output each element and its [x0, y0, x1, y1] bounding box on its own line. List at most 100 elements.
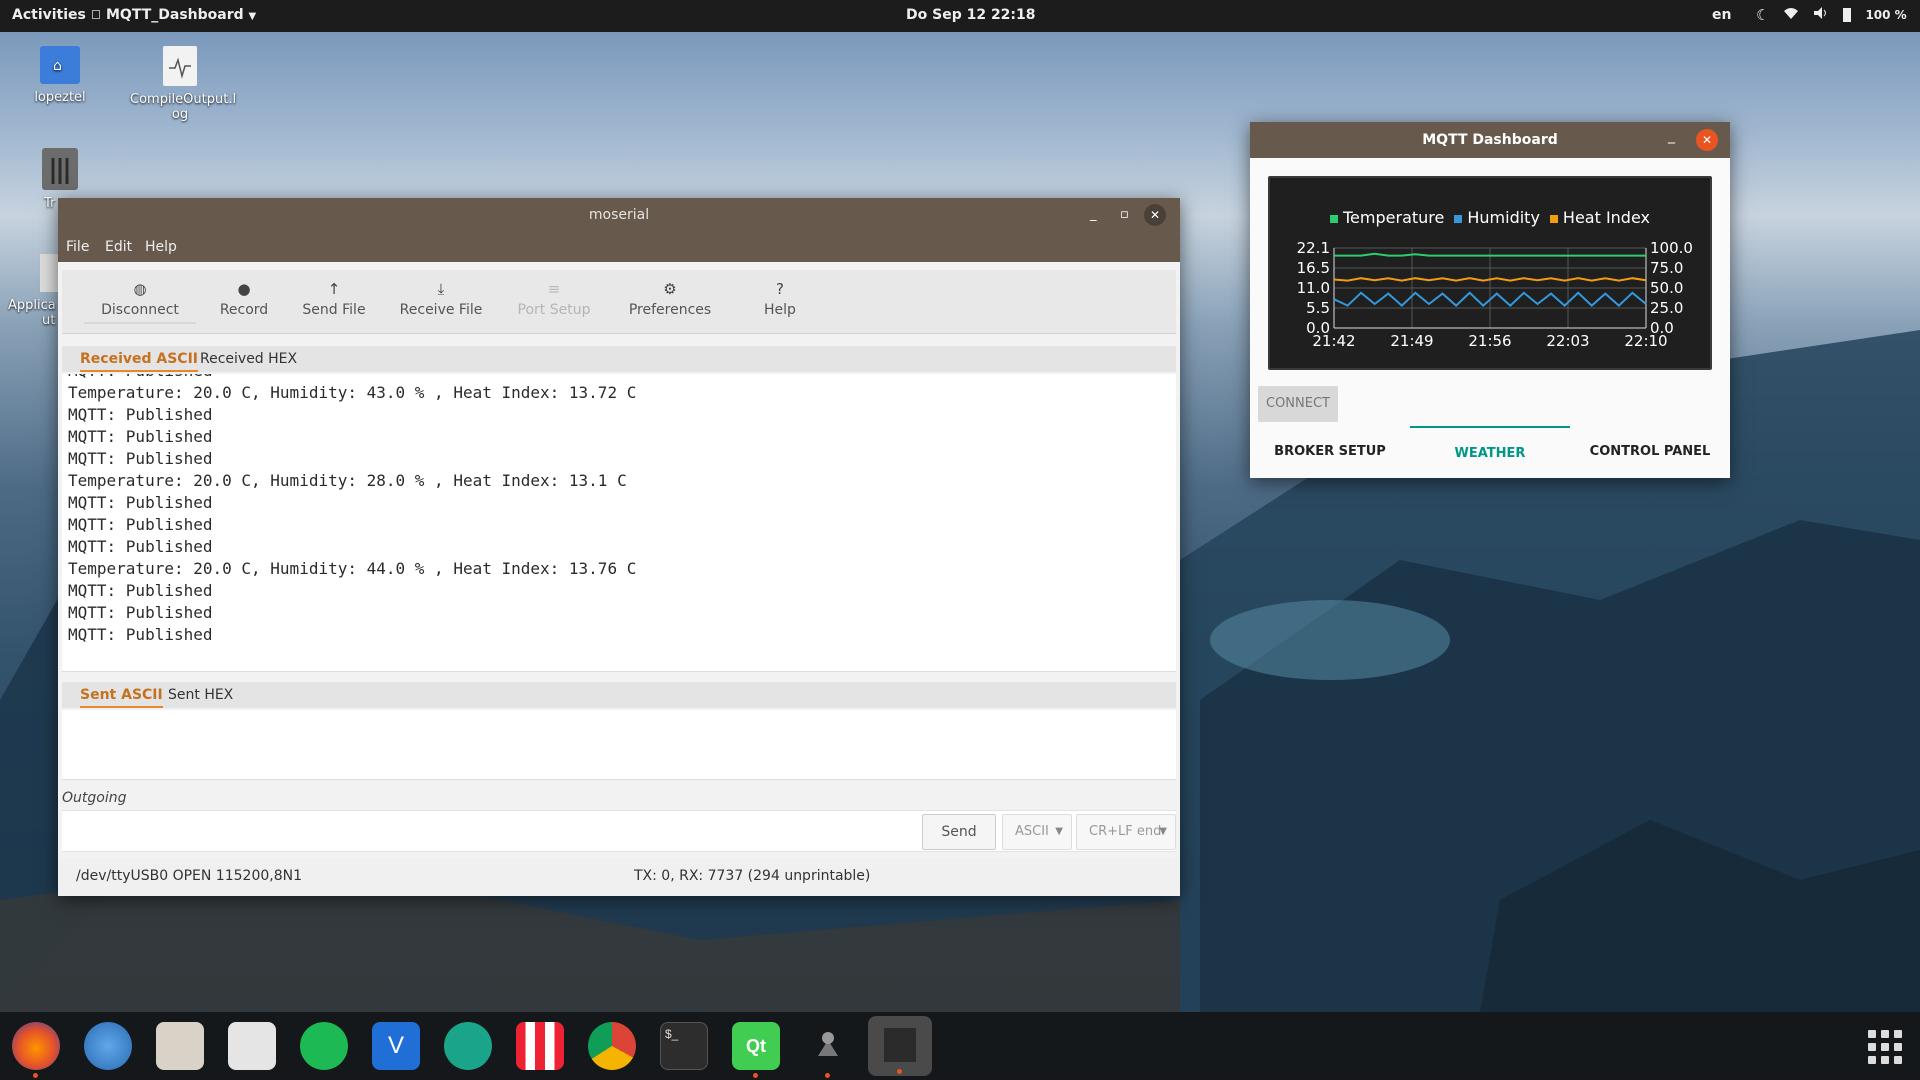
chevron-down-icon: ▼	[248, 11, 257, 22]
line-end-select[interactable]: CR+LF end ▼	[1076, 814, 1176, 850]
chart-plot: 22.116.511.05.50.0100.075.050.025.00.021…	[1297, 239, 1693, 350]
received-line: MQTT: Published	[62, 374, 1176, 382]
tab-weather[interactable]: WEATHER	[1410, 426, 1570, 478]
list-icon: ≡	[547, 280, 561, 298]
qt-creator-icon[interactable]: Qt	[732, 1022, 780, 1078]
outgoing-row: Send ASCII ▼ CR+LF end ▼	[62, 810, 1176, 852]
system-tray[interactable]: ☾ 100 %	[1756, 6, 1907, 24]
sent-text-area[interactable]	[62, 710, 1176, 780]
upload-arrow-icon: ↑	[327, 280, 341, 298]
maximize-icon[interactable]: ▫	[1120, 207, 1129, 222]
x-tick-label: 21:42	[1312, 332, 1355, 350]
title-bar[interactable]: moserial _ ▫ ✕	[58, 198, 1180, 232]
help-button[interactable]: ? Help	[740, 280, 820, 318]
desktop-icon-label: lopeztel	[34, 90, 86, 105]
desktop-icon-applications[interactable]: Applica ut	[0, 254, 60, 328]
x-tick-label: 21:49	[1390, 332, 1433, 350]
desktop-icon-label: ut	[42, 313, 56, 328]
battery-icon	[1843, 8, 1852, 22]
home-folder-icon: ⌂	[40, 46, 80, 84]
desktop-icon-label: CompileOutput.l	[130, 92, 237, 107]
received-line: MQTT: Published	[68, 625, 213, 644]
firefox-icon[interactable]	[12, 1022, 60, 1078]
gear-icon: ⚙	[663, 280, 677, 298]
sent-tabs: Sent ASCII Sent HEX	[62, 682, 1176, 708]
tx-rx-counts: TX: 0, RX: 7737 (294 unprintable)	[634, 868, 871, 884]
software-store-icon[interactable]	[228, 1022, 276, 1070]
battery-percentage: 100 %	[1865, 8, 1907, 22]
menu-edit[interactable]: Edit	[105, 239, 132, 255]
received-line: MQTT: Published	[68, 405, 213, 424]
chevron-down-icon: ▼	[1055, 826, 1063, 837]
toolbar: ◍ Disconnect ● Record ↑ Send File ⤓ Rece…	[62, 270, 1176, 334]
window-title: MQTT Dashboard	[1422, 132, 1558, 148]
tab-received-ascii[interactable]: Received ASCII	[80, 351, 198, 372]
received-line: MQTT: Published	[68, 449, 213, 468]
keyboard-layout-indicator[interactable]: en	[1712, 7, 1731, 23]
thunderbird-icon[interactable]	[84, 1022, 132, 1070]
preferences-label: Preferences	[628, 302, 712, 318]
outgoing-input[interactable]	[62, 811, 912, 851]
weather-chart: Temperature Humidity Heat Index 22.1 16.5…	[1268, 176, 1712, 370]
record-button[interactable]: ● Record	[204, 280, 284, 318]
vscode-icon[interactable]: V	[372, 1022, 420, 1070]
outgoing-label: Outgoing	[62, 790, 127, 806]
desktop-icon-label: Applica	[8, 298, 56, 313]
y-tick-label-right: 25.0	[1650, 299, 1683, 317]
encoding-value: ASCII	[1015, 824, 1049, 839]
receive-file-button[interactable]: ⤓ Receive File	[384, 280, 498, 318]
disconnect-button[interactable]: ◍ Disconnect	[84, 280, 196, 324]
connect-button[interactable]: CONNECT	[1258, 386, 1338, 422]
show-applications-icon[interactable]	[1868, 1030, 1902, 1064]
tab-control-panel[interactable]: CONTROL PANEL	[1570, 426, 1730, 478]
close-icon[interactable]: ✕	[1696, 129, 1718, 151]
menu-help[interactable]: Help	[145, 239, 177, 255]
received-line: Temperature: 20.0 C, Humidity: 28.0 % , …	[68, 471, 627, 490]
moserial-dock-icon[interactable]	[868, 1016, 932, 1076]
mqtt-dashboard-window: MQTT Dashboard _ ✕ Temperature Humidity …	[1250, 122, 1730, 478]
files-icon[interactable]	[156, 1022, 204, 1070]
minimize-icon[interactable]: _	[1090, 207, 1097, 222]
log-file-icon	[163, 46, 197, 86]
clock[interactable]: Do Sep 12 22:18	[906, 7, 1036, 23]
record-label: Record	[219, 302, 269, 318]
desktop-icon-log[interactable]: CompileOutput.l og	[130, 46, 237, 122]
tab-sent-hex[interactable]: Sent HEX	[168, 687, 233, 703]
close-icon[interactable]: ✕	[1144, 204, 1166, 226]
tab-received-hex[interactable]: Received HEX	[200, 351, 297, 367]
y-tick-label-left: 11.0	[1297, 279, 1330, 297]
send-file-button[interactable]: ↑ Send File	[284, 280, 384, 318]
minimize-icon[interactable]: _	[1668, 128, 1675, 144]
y-tick-label-right: 50.0	[1650, 279, 1683, 297]
app-menu[interactable]: MQTT_Dashboard ▼	[92, 7, 256, 23]
download-tray-icon: ⤓	[437, 280, 445, 298]
x-tick-label: 21:56	[1468, 332, 1511, 350]
receive-file-label: Receive File	[399, 302, 483, 318]
title-bar[interactable]: MQTT Dashboard _ ✕	[1250, 122, 1730, 158]
y-tick-label-left: 22.1	[1297, 239, 1330, 257]
satellite-dish-icon[interactable]	[804, 1022, 852, 1078]
spotify-icon[interactable]	[300, 1022, 348, 1070]
menu-file[interactable]: File	[66, 239, 89, 255]
send-button[interactable]: Send	[922, 814, 996, 850]
received-line: Temperature: 20.0 C, Humidity: 44.0 % , …	[68, 559, 637, 578]
port-setup-button[interactable]: ≡ Port Setup	[502, 280, 606, 318]
top-bar: Activities MQTT_Dashboard ▼ Do Sep 12 22…	[0, 0, 1920, 32]
received-line: MQTT: Published	[68, 427, 213, 446]
received-line: MQTT: Published	[68, 603, 213, 622]
preferences-button[interactable]: ⚙ Preferences	[608, 280, 732, 318]
received-text-area[interactable]: MQTT: Published Temperature: 20.0 C, Humi…	[62, 374, 1176, 672]
terminal-icon[interactable]: $_	[660, 1022, 708, 1070]
popcorn-icon[interactable]	[516, 1022, 564, 1070]
encoding-select[interactable]: ASCII ▼	[1002, 814, 1072, 850]
desktop-icon-home[interactable]: ⌂ lopeztel	[10, 46, 110, 105]
wifi-icon	[1783, 6, 1799, 24]
shutter-icon[interactable]	[444, 1022, 492, 1070]
moserial-window: moserial _ ▫ ✕ File Edit Help ◍ Disconne…	[58, 198, 1180, 896]
chrome-icon[interactable]	[588, 1022, 636, 1070]
activities-button[interactable]: Activities	[12, 7, 86, 23]
tab-sent-ascii[interactable]: Sent ASCII	[80, 687, 163, 708]
tab-broker-setup[interactable]: BROKER SETUP	[1250, 426, 1410, 478]
help-label: Help	[764, 302, 796, 318]
window-title: moserial	[588, 207, 650, 223]
